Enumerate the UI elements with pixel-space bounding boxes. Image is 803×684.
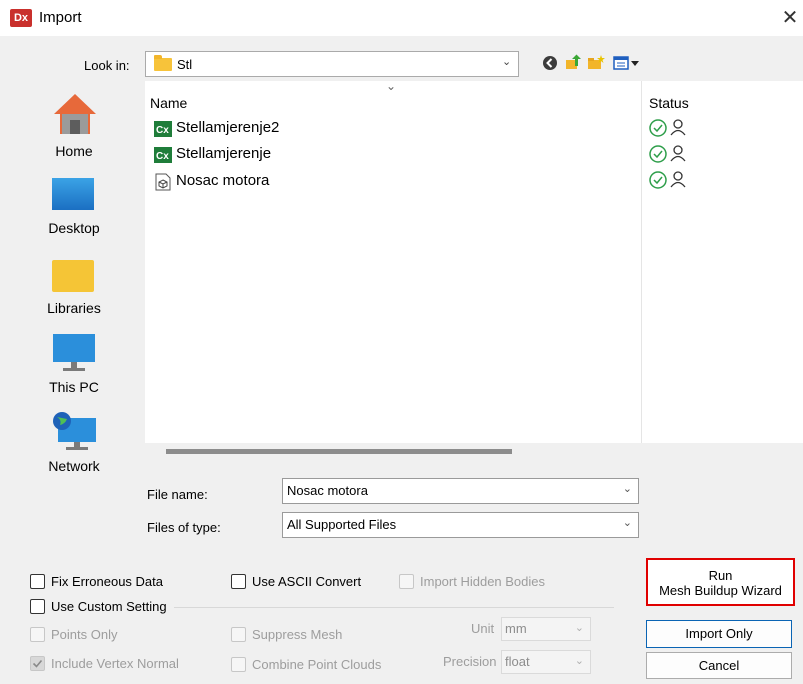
status-cell bbox=[648, 170, 708, 192]
window-title: Import bbox=[39, 9, 82, 26]
checkbox-box bbox=[231, 657, 246, 672]
run-mesh-buildup-wizard-button[interactable]: Run Mesh Buildup Wizard bbox=[646, 558, 795, 606]
checkbox-label: Suppress Mesh bbox=[252, 627, 343, 642]
file-name-input[interactable]: Nosac motora ⌄ bbox=[282, 478, 639, 504]
run-button-line1: Run bbox=[708, 568, 733, 583]
svg-text:Cx: Cx bbox=[156, 125, 169, 136]
horizontal-scrollbar[interactable] bbox=[166, 449, 512, 454]
home-icon bbox=[54, 94, 96, 134]
status-cell bbox=[648, 144, 708, 166]
checkbox-label: Combine Point Clouds bbox=[252, 657, 382, 672]
chevron-down-icon: ⌄ bbox=[574, 622, 584, 634]
computer-icon bbox=[53, 334, 95, 371]
checkbox-label: Use Custom Setting bbox=[51, 599, 167, 614]
run-button-line2: Mesh Buildup Wizard bbox=[659, 583, 782, 598]
cancel-button[interactable]: Cancel bbox=[646, 652, 792, 679]
app-logo-icon: Dx bbox=[10, 9, 32, 27]
checkbox-label: Import Hidden Bodies bbox=[420, 574, 546, 589]
fix-erroneous-checkbox[interactable]: Fix Erroneous Data bbox=[30, 573, 190, 593]
place-home[interactable]: Home bbox=[28, 86, 120, 164]
new-folder-icon[interactable] bbox=[586, 53, 606, 73]
checkbox-box bbox=[30, 656, 45, 671]
place-label: Home bbox=[55, 143, 93, 159]
status-cell bbox=[648, 118, 708, 140]
file-name: Stellamjerenje bbox=[176, 145, 272, 162]
chevron-down-icon: ⌄ bbox=[622, 517, 632, 529]
file-name: Stellamjerenje2 bbox=[176, 119, 280, 136]
stl-file-icon bbox=[155, 173, 171, 191]
chevron-down-icon: ⌄ bbox=[502, 56, 512, 68]
unit-select: mm ⌄ bbox=[501, 617, 591, 641]
precision-select: float ⌄ bbox=[501, 650, 591, 674]
sync-ok-icon bbox=[649, 171, 686, 189]
include-vertex-normal-checkbox: Include Vertex Normal bbox=[30, 655, 210, 675]
chevron-down-icon: ⌄ bbox=[574, 655, 584, 667]
file-row[interactable]: Nosac motora bbox=[150, 170, 630, 194]
files-of-type-value: All Supported Files bbox=[287, 517, 397, 532]
title-bar bbox=[0, 0, 803, 36]
place-label: This PC bbox=[49, 379, 99, 395]
up-folder-icon[interactable] bbox=[563, 53, 583, 73]
place-label: Libraries bbox=[47, 300, 101, 316]
file-name-value: Nosac motora bbox=[287, 483, 368, 498]
column-header-name[interactable]: Name bbox=[150, 95, 187, 111]
file-row[interactable]: Cx Stellamjerenje2 bbox=[150, 117, 630, 141]
checkbox-label: Fix Erroneous Data bbox=[51, 574, 163, 589]
group-divider bbox=[174, 607, 614, 608]
checkbox-box bbox=[231, 627, 246, 642]
unit-label: Unit bbox=[471, 621, 495, 636]
sync-ok-icon bbox=[649, 145, 686, 163]
libraries-folder-icon bbox=[52, 260, 94, 292]
checkbox-label: Include Vertex Normal bbox=[51, 656, 179, 671]
place-desktop[interactable]: Desktop bbox=[28, 175, 120, 243]
chevron-down-icon[interactable]: ⌄ bbox=[623, 482, 632, 495]
cx-document-icon: Cx bbox=[154, 147, 172, 163]
close-button[interactable]: ✕ bbox=[778, 4, 802, 30]
place-libraries[interactable]: Libraries bbox=[28, 255, 120, 323]
import-hidden-checkbox: Import Hidden Bodies bbox=[399, 573, 569, 593]
suppress-mesh-checkbox: Suppress Mesh bbox=[231, 626, 381, 646]
unit-value: mm bbox=[505, 621, 527, 636]
use-ascii-checkbox[interactable]: Use ASCII Convert bbox=[231, 573, 381, 593]
place-network[interactable]: Network bbox=[28, 410, 120, 478]
desktop-icon bbox=[52, 178, 94, 210]
file-row[interactable]: Cx Stellamjerenje bbox=[150, 143, 630, 167]
combine-point-clouds-checkbox: Combine Point Clouds bbox=[231, 656, 401, 676]
cx-document-icon: Cx bbox=[154, 121, 172, 137]
checkbox-box[interactable] bbox=[30, 574, 45, 589]
folder-icon bbox=[154, 55, 172, 71]
checkbox-box bbox=[399, 574, 414, 589]
file-name-label: File name: bbox=[147, 487, 208, 502]
column-header-status[interactable]: Status bbox=[649, 95, 689, 111]
checkbox-box[interactable] bbox=[231, 574, 246, 589]
checkbox-label: Use ASCII Convert bbox=[252, 574, 362, 589]
view-menu-icon[interactable] bbox=[613, 53, 641, 73]
look-in-value: Stl bbox=[177, 57, 193, 72]
svg-text:Cx: Cx bbox=[156, 151, 169, 162]
checkmark-icon bbox=[32, 659, 43, 668]
files-of-type-label: Files of type: bbox=[147, 520, 221, 535]
place-this-pc[interactable]: This PC bbox=[28, 332, 120, 400]
place-label: Network bbox=[48, 458, 100, 474]
import-only-button[interactable]: Import Only bbox=[646, 620, 792, 648]
sort-chevron-icon: ⌄ bbox=[386, 79, 397, 93]
sync-ok-icon bbox=[649, 119, 686, 137]
points-only-checkbox: Points Only bbox=[30, 626, 170, 646]
use-custom-setting-checkbox[interactable]: Use Custom Setting bbox=[30, 598, 190, 618]
back-icon[interactable] bbox=[540, 53, 560, 73]
checkbox-box[interactable] bbox=[30, 599, 45, 614]
column-divider bbox=[641, 81, 642, 443]
place-label: Desktop bbox=[48, 220, 100, 236]
precision-value: float bbox=[505, 654, 530, 669]
file-name: Nosac motora bbox=[176, 172, 270, 189]
checkbox-label: Points Only bbox=[51, 627, 118, 642]
look-in-label: Look in: bbox=[84, 58, 130, 73]
precision-label: Precision bbox=[443, 654, 497, 669]
network-icon bbox=[53, 412, 96, 450]
look-in-dropdown[interactable]: Stl ⌄ bbox=[145, 51, 519, 77]
files-of-type-select[interactable]: All Supported Files ⌄ bbox=[282, 512, 639, 538]
checkbox-box bbox=[30, 627, 45, 642]
